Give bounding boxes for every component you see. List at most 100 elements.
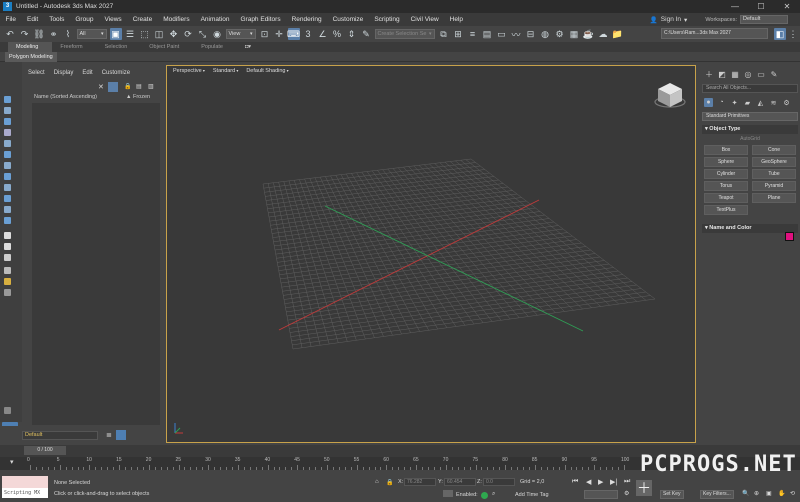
display-selected-icon[interactable] [4, 254, 11, 261]
select-object-icon[interactable]: ▣ [109, 28, 122, 40]
clear-icon[interactable]: ✕ [98, 83, 104, 91]
rendered-frame-window-icon[interactable]: ▦ [568, 28, 580, 40]
cone-button[interactable]: Cone [752, 145, 796, 155]
curve-editor-icon[interactable]: 〰 [510, 28, 522, 40]
tab-modeling[interactable]: Modeling [8, 42, 53, 52]
scroll-icon[interactable] [4, 407, 11, 414]
layer-stack-icon[interactable]: ≣ [106, 431, 112, 439]
tab-object-paint[interactable]: Object Paint [141, 42, 193, 52]
object-type-rollout[interactable]: ▾ Object Type [702, 125, 798, 134]
zoom-icon[interactable]: 🔍 [742, 490, 749, 497]
z-coordinate-field[interactable]: 0.0 [483, 478, 515, 486]
display-all-icon[interactable] [4, 96, 11, 103]
display-tab-icon[interactable]: ▭ [756, 69, 766, 79]
sphere-button[interactable]: Sphere [704, 157, 748, 167]
display-containers-icon[interactable] [4, 206, 11, 213]
rect-region-icon[interactable]: ⬚ [139, 28, 151, 40]
layer-explorer-icon[interactable]: ≡ [467, 28, 479, 40]
menu-views[interactable]: Views [99, 16, 127, 23]
workspace-select[interactable]: Default [740, 15, 788, 24]
tab-selection[interactable]: Selection [97, 42, 142, 52]
select-move-icon[interactable]: ✥ [168, 28, 180, 40]
set-key-button[interactable]: Set Key [660, 490, 684, 499]
scene-explorer-icon[interactable]: ▤ [481, 28, 493, 40]
menu-create[interactable]: Create [127, 16, 158, 23]
percent-snap-icon[interactable]: % [331, 28, 343, 40]
menu-tools[interactable]: Tools [44, 16, 70, 23]
y-coordinate-field[interactable]: 60.454 [444, 478, 476, 486]
box-button[interactable]: Box [704, 145, 748, 155]
undo-icon[interactable]: ↶ [4, 28, 16, 40]
perspective-viewport[interactable]: Perspective Standard Default Shading [166, 65, 696, 443]
utilities-tab-icon[interactable]: ✎ [769, 69, 779, 79]
folder-icon[interactable]: 📁 [612, 28, 624, 40]
snaps-toggle-icon[interactable]: 3 [302, 28, 314, 40]
x-coordinate-field[interactable]: 76.282 [404, 478, 436, 486]
material-editor-icon[interactable]: ◍ [539, 28, 551, 40]
viewport-shading-label[interactable]: Default Shading [246, 68, 288, 74]
display-xrefs-icon[interactable] [4, 184, 11, 191]
select-rotate-icon[interactable]: ⟳ [182, 28, 194, 40]
project-path-field[interactable]: C:\Users\Ram...3ds Max 2027 [661, 28, 768, 39]
selection-lock-icon[interactable]: 🔒 [386, 479, 393, 486]
menu-graph-editors[interactable]: Graph Editors [235, 16, 286, 23]
zoom-extents-icon[interactable]: ▣ [766, 490, 772, 497]
name-column-header[interactable]: Name (Sorted Ascending) [34, 94, 97, 100]
edit-named-selection-icon[interactable]: ✎ [360, 28, 372, 40]
space-warps-icon[interactable]: ≋ [769, 98, 778, 107]
autogrid-checkbox[interactable]: AutoGrid [700, 136, 800, 142]
schematic-view-icon[interactable]: ⊟ [525, 28, 537, 40]
menu-edit-explorer[interactable]: Edit [82, 70, 92, 76]
motion-tab-icon[interactable]: ◎ [743, 69, 753, 79]
menu-select[interactable]: Select [28, 70, 45, 76]
maxscript-listener[interactable]: Scripting MX [2, 476, 48, 498]
mirror-icon[interactable]: ⧉ [438, 28, 450, 40]
geosphere-button[interactable]: GeoSphere [752, 157, 796, 167]
align-icon[interactable]: ⊞ [452, 28, 464, 40]
filter-icon[interactable] [4, 267, 11, 274]
orbit-icon[interactable]: ⟲ [790, 490, 795, 497]
polygon-modeling-label[interactable]: Polygon Modeling [5, 52, 57, 62]
pan-icon[interactable]: ✋ [778, 490, 785, 497]
layers-icon[interactable]: ▤ [136, 83, 142, 90]
toolbar-options-icon[interactable]: ⋮ [787, 28, 799, 40]
name-and-color-rollout[interactable]: ▾ Name and Color [702, 224, 798, 233]
sync-icon[interactable] [4, 289, 11, 296]
frozen-column-header[interactable]: ▲ Frozen [126, 94, 150, 100]
cameras-icon[interactable]: ▰ [743, 98, 752, 107]
object-search-field[interactable]: Search All Objects... [702, 84, 798, 93]
primitive-category-dropdown[interactable]: Standard Primitives [702, 112, 798, 121]
placement-icon[interactable]: ◉ [211, 28, 223, 40]
angle-snap-icon[interactable]: ∠ [317, 28, 329, 40]
coordinate-system-dropdown[interactable]: View [225, 29, 256, 39]
display-hidden-icon[interactable] [4, 232, 11, 239]
helpers-icon[interactable]: ◭ [756, 98, 765, 107]
unlink-icon[interactable]: ⚭ [48, 28, 60, 40]
hierarchy-icon[interactable]: ▥ [148, 83, 154, 90]
menu-scripting[interactable]: Scripting [369, 16, 405, 23]
systems-icon[interactable]: ⚙ [782, 98, 791, 107]
display-groups-icon[interactable] [4, 173, 11, 180]
lock-icon[interactable]: 🔒 [124, 83, 131, 90]
menu-group[interactable]: Group [70, 16, 99, 23]
lights-icon[interactable]: ✦ [730, 98, 739, 107]
key-filters-button[interactable]: Key Filters... [700, 490, 734, 499]
layer-explorer-toggle-icon[interactable] [116, 430, 126, 440]
go-to-end-icon[interactable]: ⏭ [624, 478, 630, 486]
add-time-tag[interactable]: Add Time Tag [515, 492, 549, 498]
modify-tab-icon[interactable]: ◩ [717, 69, 727, 79]
ribbon-toggle-icon[interactable]: ▭ [496, 28, 508, 40]
tab-populate[interactable]: Populate [193, 42, 237, 52]
menu-customize-explorer[interactable]: Customize [102, 70, 130, 76]
render-setup-icon[interactable]: ⚙ [554, 28, 566, 40]
time-config-icon[interactable]: ⚙ [624, 490, 629, 497]
pivot-center-icon[interactable]: ⊡ [259, 28, 271, 40]
display-all-children-icon[interactable] [4, 243, 11, 250]
tube-button[interactable]: Tube [752, 169, 796, 179]
zoom-all-icon[interactable]: ⊕ [754, 490, 759, 497]
select-manipulate-icon[interactable]: ✛ [273, 28, 285, 40]
render-in-cloud-icon[interactable]: ☁ [597, 28, 609, 40]
display-shapes-icon[interactable] [4, 118, 11, 125]
maximize-button[interactable]: ☐ [748, 0, 774, 13]
highlight-icon[interactable] [4, 278, 11, 285]
